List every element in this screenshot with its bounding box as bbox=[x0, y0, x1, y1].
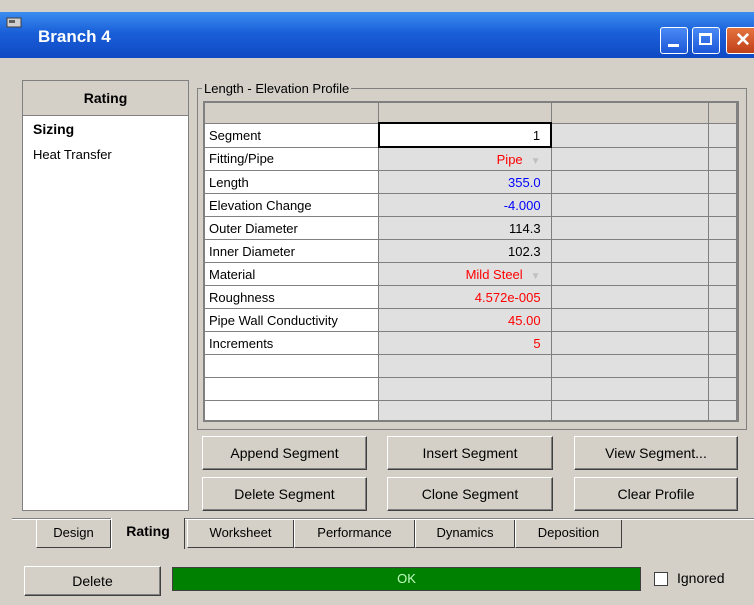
row-value-col2[interactable] bbox=[551, 331, 710, 355]
delete-segment-button[interactable]: Delete Segment bbox=[202, 477, 367, 511]
row-value-text: 4.572e-005 bbox=[474, 289, 541, 305]
row-value-text: -4.000 bbox=[503, 197, 541, 213]
grid-header-cell bbox=[378, 103, 552, 124]
grid-header-cell bbox=[205, 103, 380, 124]
table-row: Pipe Wall Conductivity 45.00 bbox=[205, 308, 737, 332]
table-row: Outer Diameter 114.3 bbox=[205, 216, 737, 240]
minimize-button[interactable] bbox=[660, 27, 688, 54]
row-value-col2[interactable] bbox=[551, 285, 710, 309]
clone-segment-button[interactable]: Clone Segment bbox=[387, 477, 553, 511]
row-label: Length bbox=[205, 170, 380, 194]
close-button[interactable]: ✕ bbox=[726, 27, 754, 54]
row-label: Increments bbox=[205, 331, 380, 355]
row-value-col2[interactable] bbox=[551, 239, 710, 263]
row-value-text: 5 bbox=[533, 335, 541, 351]
table-row: Fitting/Pipe Pipe ▼ bbox=[205, 147, 737, 171]
row-value-col3 bbox=[708, 239, 737, 263]
row-value-col3 bbox=[708, 262, 737, 286]
row-value-col3 bbox=[708, 193, 737, 217]
row-value-text: 355.0 bbox=[508, 174, 541, 190]
grid-header-cell bbox=[551, 103, 710, 124]
table-row bbox=[205, 377, 737, 401]
tab-dynamics[interactable]: Dynamics bbox=[415, 520, 515, 548]
row-value[interactable]: 355.0 bbox=[378, 170, 552, 194]
delete-button[interactable]: Delete bbox=[24, 566, 161, 596]
window-app-icon bbox=[6, 17, 22, 28]
append-segment-button[interactable]: Append Segment bbox=[202, 436, 367, 470]
sidebar-item-sizing[interactable]: Sizing bbox=[23, 116, 188, 142]
row-value-col3 bbox=[708, 308, 737, 332]
row-value-col2[interactable] bbox=[551, 193, 710, 217]
window-title: Branch 4 bbox=[38, 27, 111, 46]
row-label: Outer Diameter bbox=[205, 216, 380, 240]
row-label: Elevation Change bbox=[205, 193, 380, 217]
view-segment-button[interactable]: View Segment... bbox=[574, 436, 738, 470]
row-value[interactable]: 102.3 bbox=[378, 239, 552, 263]
row-value-col3 bbox=[708, 147, 737, 171]
row-value-col3 bbox=[708, 331, 737, 355]
row-value-col2[interactable] bbox=[551, 216, 710, 240]
title-bar: Branch 4 ✕ bbox=[0, 12, 754, 58]
table-row bbox=[205, 400, 737, 420]
table-row: Inner Diameter 102.3 bbox=[205, 239, 737, 263]
row-value-col2[interactable] bbox=[551, 308, 710, 332]
row-value[interactable]: Pipe ▼ bbox=[378, 147, 552, 171]
ignored-label[interactable]: Ignored bbox=[677, 570, 724, 586]
row-value[interactable]: 114.3 bbox=[378, 216, 552, 240]
close-icon: ✕ bbox=[735, 30, 751, 51]
tab-performance[interactable]: Performance bbox=[294, 520, 415, 548]
profile-grid: Segment 1 Fitting/Pipe Pipe ▼ Length 355.0 Elev… bbox=[203, 101, 739, 422]
row-value-text: Mild Steel bbox=[465, 266, 523, 282]
sidebar-item-heat-transfer[interactable]: Heat Transfer bbox=[23, 142, 188, 168]
sidebar: Rating Sizing Heat Transfer bbox=[22, 80, 189, 511]
row-value-col3 bbox=[708, 285, 737, 309]
row-value-col3 bbox=[708, 216, 737, 240]
grid-header-cell bbox=[708, 103, 737, 124]
ignored-checkbox[interactable] bbox=[654, 572, 668, 586]
row-value-col3 bbox=[708, 170, 737, 194]
table-row: Length 355.0 bbox=[205, 170, 737, 194]
tab-design[interactable]: Design bbox=[36, 520, 111, 548]
row-value-col2[interactable] bbox=[551, 262, 710, 286]
table-row: Increments 5 bbox=[205, 331, 737, 355]
row-value-text: Pipe bbox=[496, 151, 523, 167]
grid-header-row bbox=[205, 103, 737, 124]
insert-segment-button[interactable]: Insert Segment bbox=[387, 436, 553, 470]
row-value-col2[interactable] bbox=[551, 147, 710, 171]
table-row bbox=[205, 354, 737, 378]
sidebar-header: Rating bbox=[23, 81, 188, 116]
row-value[interactable]: 5 bbox=[378, 331, 552, 355]
row-label: Roughness bbox=[205, 285, 380, 309]
table-row: Roughness 4.572e-005 bbox=[205, 285, 737, 309]
row-label: Material bbox=[205, 262, 380, 286]
tab-deposition[interactable]: Deposition bbox=[515, 520, 622, 548]
tab-rating[interactable]: Rating bbox=[111, 518, 185, 549]
row-value[interactable]: Mild Steel ▼ bbox=[378, 262, 552, 286]
table-row: Elevation Change -4.000 bbox=[205, 193, 737, 217]
row-value[interactable]: -4.000 bbox=[378, 193, 552, 217]
row-value-text: 45.00 bbox=[508, 312, 541, 328]
row-label: Segment bbox=[205, 123, 380, 148]
status-bar: OK bbox=[172, 567, 641, 591]
table-row: Material Mild Steel ▼ bbox=[205, 262, 737, 286]
group-label: Length - Elevation Profile bbox=[202, 81, 352, 96]
row-value-col3 bbox=[708, 123, 737, 148]
dropdown-arrow-icon[interactable]: ▼ bbox=[531, 156, 541, 167]
row-value-text: 114.3 bbox=[509, 220, 541, 236]
maximize-button[interactable] bbox=[692, 27, 720, 54]
row-label: Fitting/Pipe bbox=[205, 147, 380, 171]
row-value[interactable]: 1 bbox=[377, 122, 553, 148]
table-row: Segment 1 bbox=[205, 122, 737, 148]
row-value[interactable]: 4.572e-005 bbox=[378, 285, 552, 309]
row-value-col2[interactable] bbox=[551, 170, 710, 194]
row-value-text: 1 bbox=[532, 127, 541, 143]
row-label: Pipe Wall Conductivity bbox=[205, 308, 380, 332]
dropdown-arrow-icon[interactable]: ▼ bbox=[531, 271, 541, 282]
clear-profile-button[interactable]: Clear Profile bbox=[574, 477, 738, 511]
row-value[interactable]: 45.00 bbox=[378, 308, 552, 332]
tab-worksheet[interactable]: Worksheet bbox=[187, 520, 294, 548]
row-value-col2[interactable] bbox=[551, 123, 710, 148]
row-label: Inner Diameter bbox=[205, 239, 380, 263]
row-value-text: 102.3 bbox=[508, 243, 541, 259]
